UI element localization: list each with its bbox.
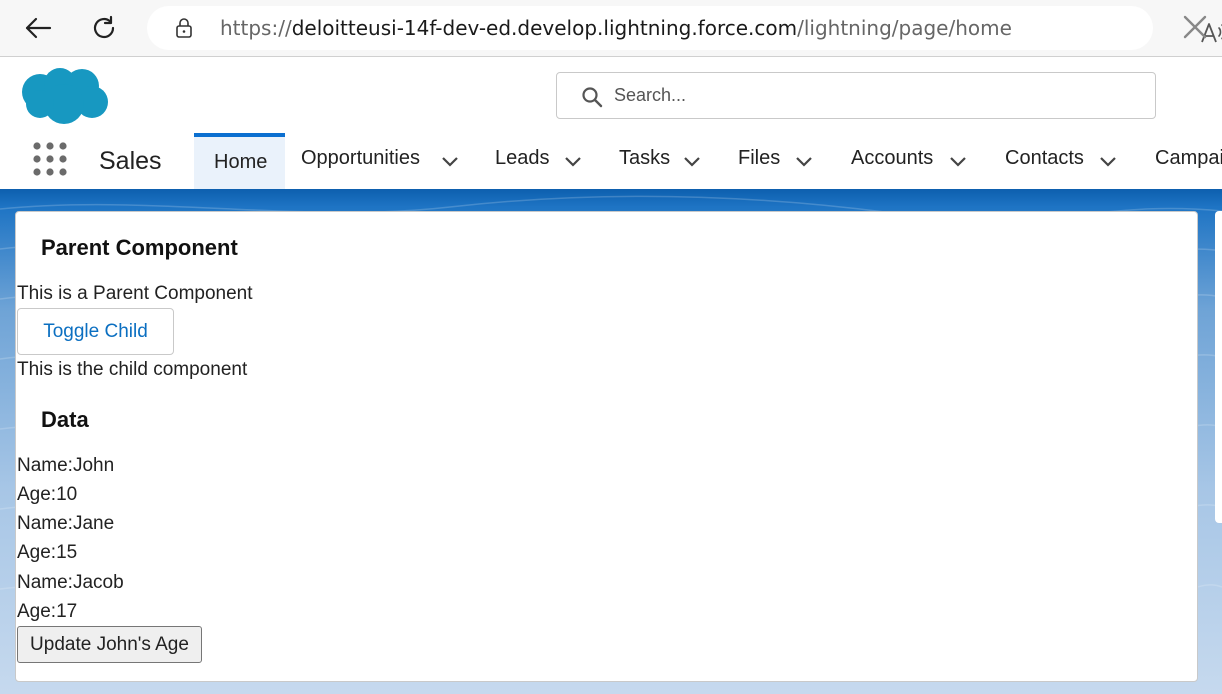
chevron-down-icon[interactable] xyxy=(682,155,702,169)
search-icon xyxy=(582,87,603,108)
tab-leads[interactable]: Leads xyxy=(495,147,550,170)
chevron-down-icon[interactable] xyxy=(1098,155,1118,169)
toggle-child-button[interactable]: Toggle Child xyxy=(17,308,174,355)
back-arrow-icon xyxy=(25,17,52,39)
chevron-down-icon[interactable] xyxy=(563,155,583,169)
salesforce-logo[interactable] xyxy=(18,64,110,126)
url-text[interactable]: https://deloitteusi-14f-dev-ed.develop.l… xyxy=(220,16,1012,40)
tab-home[interactable]: Home xyxy=(194,133,285,189)
tab-tasks[interactable]: Tasks xyxy=(619,147,670,170)
browser-toolbar: https://deloitteusi-14f-dev-ed.develop.l… xyxy=(0,0,1222,57)
chevron-down-icon[interactable] xyxy=(440,155,460,169)
update-age-button[interactable]: Update John's Age xyxy=(17,626,202,663)
url-host: deloitteusi-14f-dev-ed.develop.lightning… xyxy=(291,16,798,40)
search-input[interactable] xyxy=(614,73,1134,118)
tab-campaigns[interactable]: Campaigns xyxy=(1155,147,1222,170)
tab-contacts[interactable]: Contacts xyxy=(1005,147,1084,170)
data-line-age: Age:15 xyxy=(17,542,78,563)
address-bar[interactable]: https://deloitteusi-14f-dev-ed.develop.l… xyxy=(147,6,1222,50)
tab-files[interactable]: Files xyxy=(738,147,780,170)
parent-title: Parent Component xyxy=(41,235,238,260)
url-prefix: https:// xyxy=(220,16,292,40)
parent-description: This is a Parent Component xyxy=(17,283,253,304)
data-title: Data xyxy=(41,407,89,432)
data-line-age: Age:17 xyxy=(17,601,78,622)
child-text: This is the child component xyxy=(17,359,248,380)
refresh-button[interactable] xyxy=(84,8,124,48)
data-line-name: Name:Jane xyxy=(17,513,115,534)
tab-opportunities[interactable]: Opportunities xyxy=(301,147,420,170)
tab-label: Home xyxy=(214,151,268,173)
data-line-name: Name:Jacob xyxy=(17,572,124,593)
url-path: /lightning/page/home xyxy=(797,16,1012,40)
back-button[interactable] xyxy=(18,8,58,48)
lock-icon[interactable] xyxy=(173,17,195,39)
global-search[interactable] xyxy=(556,72,1156,119)
data-line-age: Age:10 xyxy=(17,484,78,505)
nav-bar: Sales Home Opportunities Leads Tasks Fil… xyxy=(0,133,1222,189)
app-name: Sales xyxy=(99,147,162,175)
app-launcher-icon[interactable] xyxy=(32,141,68,177)
parent-component-card: Parent Component This is a Parent Compon… xyxy=(15,211,1198,682)
chevron-down-icon[interactable] xyxy=(948,155,968,169)
chevron-down-icon[interactable] xyxy=(794,155,814,169)
salesforce-header: Sales Home Opportunities Leads Tasks Fil… xyxy=(0,57,1222,189)
side-card-edge xyxy=(1215,211,1222,523)
tab-accounts[interactable]: Accounts xyxy=(851,147,933,170)
close-icon[interactable] xyxy=(1180,12,1210,42)
data-line-name: Name:John xyxy=(17,455,115,476)
refresh-icon xyxy=(93,15,115,39)
